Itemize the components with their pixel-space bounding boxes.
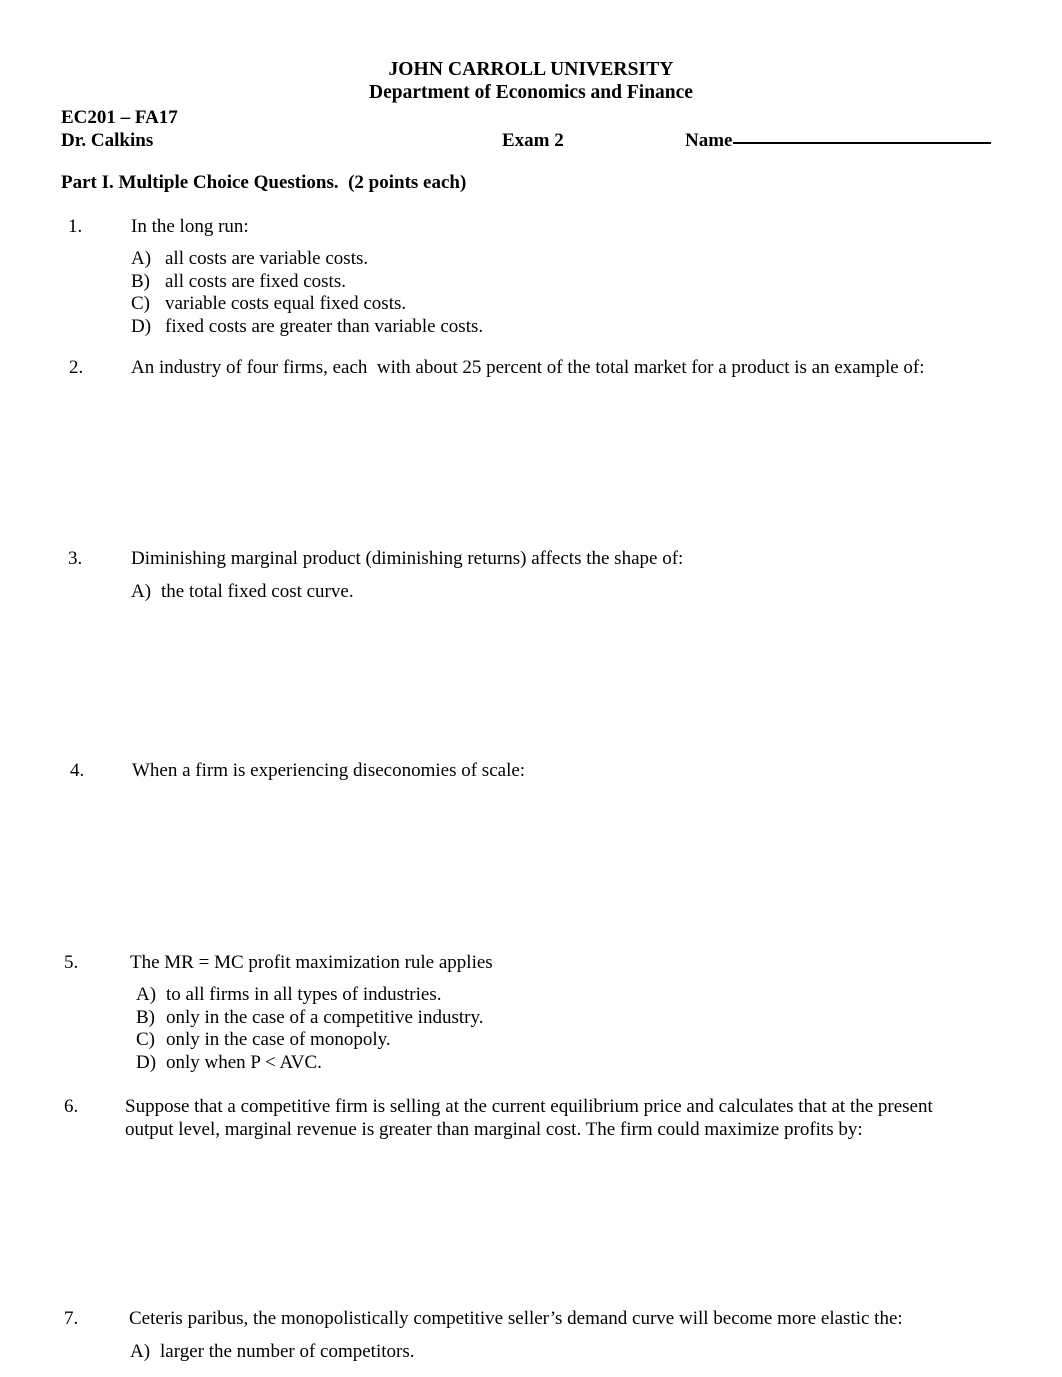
- question-4-text: When a firm is experiencing diseconomies…: [132, 760, 526, 781]
- question-7-text: Ceteris paribus, the monopolistically co…: [129, 1308, 903, 1329]
- option-letter: C): [131, 293, 150, 314]
- question-7-number: 7.: [64, 1308, 79, 1329]
- question-3-option-a[interactable]: A) the total fixed cost curve.: [131, 581, 354, 604]
- part-one-heading: Part I. Multiple Choice Questions. (2 po…: [61, 172, 467, 193]
- option-text: the total fixed cost curve.: [161, 581, 354, 602]
- option-letter: C): [136, 1029, 155, 1050]
- question-4-number: 4.: [70, 760, 85, 781]
- option-letter: D): [136, 1051, 157, 1073]
- option-text: only when P < AVC.: [166, 1051, 322, 1073]
- student-name-field[interactable]: Name: [685, 129, 992, 152]
- option-text: to all firms in all types of industries.: [166, 984, 442, 1005]
- document-header: JOHN CARROLL UNIVERSITY Department of Ec…: [0, 58, 1062, 104]
- university-name: JOHN CARROLL UNIVERSITY: [388, 59, 674, 80]
- option-letter: A): [136, 984, 157, 1005]
- name-blank-line[interactable]: [733, 142, 992, 144]
- option-text: only in the case of a competitive indust…: [166, 1006, 484, 1028]
- option-text: all costs are variable costs.: [165, 248, 369, 269]
- question-2-number: 2.: [69, 357, 84, 378]
- department-name: Department of Economics and Finance: [369, 82, 693, 103]
- question-1-text: In the long run:: [131, 216, 249, 237]
- exam-info-row: Dr. Calkins Exam 2 Name: [0, 129, 1062, 155]
- question-1-option-d[interactable]: D) fixed costs are greater than variable …: [131, 316, 483, 339]
- question-5-text: The MR = MC profit maximization rule app…: [130, 952, 493, 973]
- question-1-number: 1.: [68, 216, 83, 237]
- instructor-name: Dr. Calkins: [61, 130, 154, 151]
- question-5-option-c[interactable]: C) only in the case of monopoly.: [136, 1029, 391, 1052]
- question-1-option-a[interactable]: A) all costs are variable costs.: [131, 248, 368, 271]
- question-5-option-d[interactable]: D) only when P < AVC.: [136, 1052, 322, 1075]
- name-label: Name: [685, 130, 733, 151]
- question-3-number: 3.: [68, 548, 83, 569]
- option-letter: A): [131, 248, 152, 269]
- option-text: all costs are fixed costs.: [165, 270, 346, 292]
- option-text: variable costs equal fixed costs.: [165, 293, 407, 314]
- question-3-text: Diminishing marginal product (diminishin…: [131, 548, 684, 569]
- question-1-option-b[interactable]: B) all costs are fixed costs.: [131, 271, 346, 294]
- exam-page: JOHN CARROLL UNIVERSITY Department of Ec…: [0, 0, 1062, 1377]
- option-text: fixed costs are greater than variable co…: [165, 315, 484, 337]
- option-text: larger the number of competitors.: [160, 1341, 415, 1362]
- question-2-text: An industry of four firms, each with abo…: [131, 357, 925, 378]
- course-code: EC201 – FA17: [61, 107, 178, 128]
- exam-title: Exam 2: [502, 130, 564, 151]
- option-letter: B): [131, 270, 150, 292]
- option-text: only in the case of monopoly.: [166, 1029, 391, 1050]
- question-5-option-b[interactable]: B) only in the case of a competitive indu…: [136, 1007, 483, 1030]
- option-letter: B): [136, 1006, 155, 1028]
- question-5-option-a[interactable]: A) to all firms in all types of industrie…: [136, 984, 441, 1007]
- question-5-number: 5.: [64, 952, 79, 973]
- question-7-option-a[interactable]: A) larger the number of competitors.: [130, 1341, 415, 1364]
- option-letter: A): [131, 581, 152, 602]
- question-6-text: Suppose that a competitive firm is selli…: [125, 1096, 938, 1140]
- question-6-number: 6.: [64, 1096, 79, 1117]
- option-letter: A): [130, 1341, 151, 1362]
- option-letter: D): [131, 315, 152, 337]
- question-1-option-c[interactable]: C) variable costs equal fixed costs.: [131, 293, 406, 316]
